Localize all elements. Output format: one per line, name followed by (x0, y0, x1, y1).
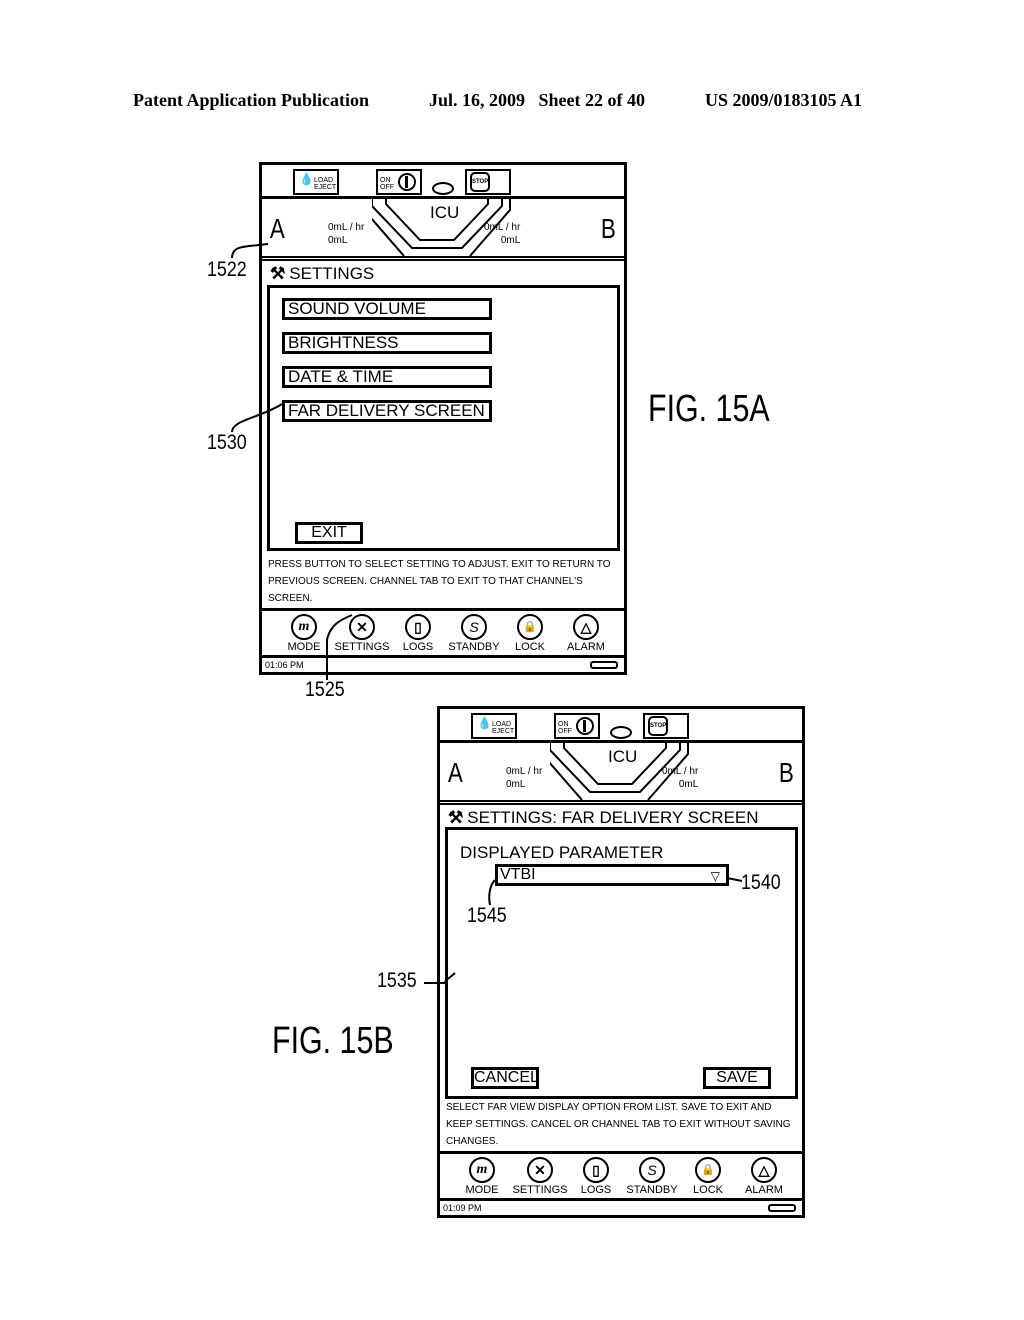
leader-1530 (231, 403, 283, 433)
leader-lines (231, 243, 743, 984)
leader-1535 (424, 972, 456, 984)
leader-1545 (488, 879, 496, 906)
leader-1540 (726, 877, 743, 882)
leader-1522 (231, 243, 269, 259)
leader-1525 (326, 614, 353, 680)
